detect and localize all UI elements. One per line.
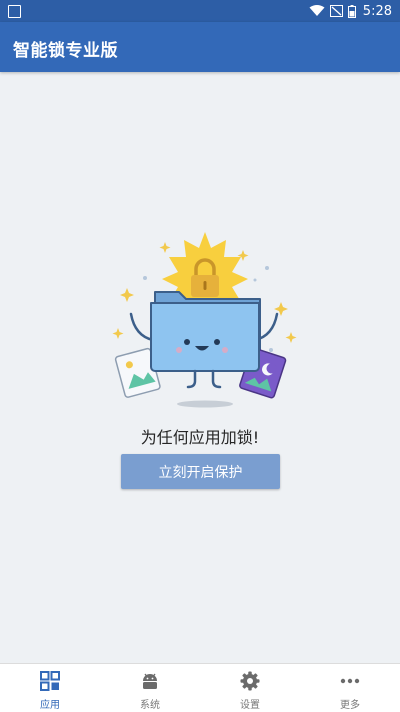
nav-label-system: 系统 bbox=[140, 700, 160, 711]
nav-item-apps[interactable]: 应用 bbox=[0, 664, 100, 712]
app-title: 智能锁专业版 bbox=[13, 41, 118, 61]
app-bar: 智能锁专业版 bbox=[0, 22, 400, 72]
nav-item-settings[interactable]: 设置 bbox=[200, 664, 300, 712]
status-bar: 5:28 bbox=[0, 0, 400, 22]
status-icons: 5:28 bbox=[309, 2, 392, 20]
status-time: 5:28 bbox=[362, 3, 392, 19]
wifi-icon bbox=[309, 5, 325, 16]
folder-lock-illustration bbox=[112, 232, 297, 408]
signal-off-icon bbox=[329, 5, 343, 17]
nav-item-system[interactable]: 系统 bbox=[100, 664, 200, 712]
enable-protection-button[interactable]: 立刻开启保护 bbox=[121, 454, 280, 489]
app-notification-icon bbox=[8, 5, 21, 18]
nav-label-settings: 设置 bbox=[240, 700, 260, 711]
bottom-nav: 应用 系统 设置 更多 bbox=[0, 663, 400, 712]
apps-grid-icon bbox=[40, 671, 60, 691]
nav-item-more[interactable]: 更多 bbox=[300, 664, 400, 712]
more-dots-icon bbox=[340, 678, 360, 684]
battery-icon bbox=[347, 4, 356, 18]
android-icon bbox=[143, 673, 157, 689]
nav-label-apps: 应用 bbox=[40, 700, 60, 711]
empty-state-message: 为任何应用加锁! bbox=[140, 428, 260, 447]
gear-icon bbox=[240, 671, 260, 691]
nav-label-more: 更多 bbox=[340, 700, 360, 711]
